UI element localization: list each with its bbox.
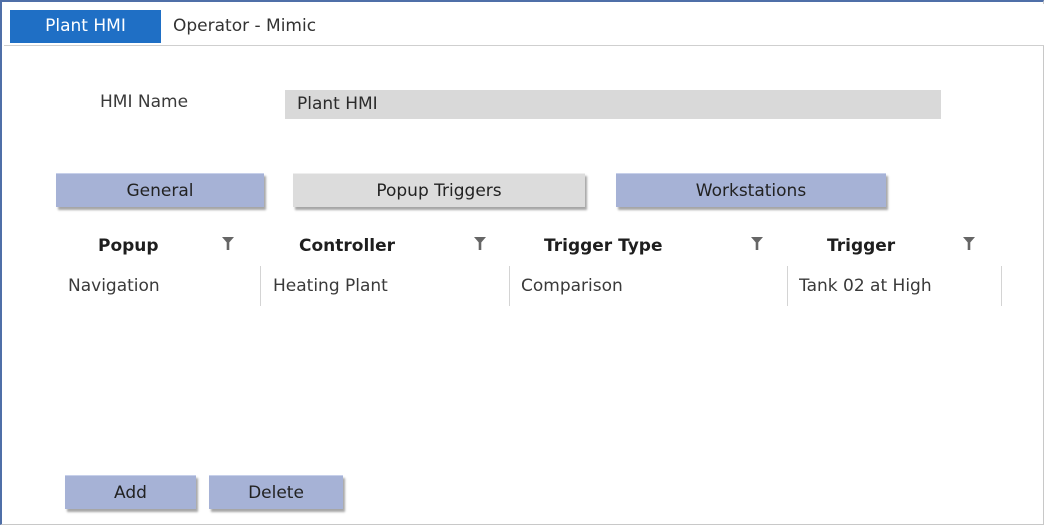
tab-plant-hmi[interactable]: Plant HMI <box>10 10 161 43</box>
cell-controller: Heating Plant <box>273 276 388 296</box>
column-divider <box>260 266 261 306</box>
column-divider <box>509 266 510 306</box>
column-header-controller[interactable]: Controller <box>299 232 395 260</box>
column-divider <box>787 266 788 306</box>
window-title: Operator - Mimic <box>173 16 317 36</box>
tab-general[interactable]: General <box>56 173 264 207</box>
column-header-popup[interactable]: Popup <box>98 232 159 260</box>
filter-icon[interactable] <box>222 237 234 251</box>
column-header-trigger-type[interactable]: Trigger Type <box>544 232 662 260</box>
filter-icon[interactable] <box>751 237 763 251</box>
cell-trigger-type: Comparison <box>521 276 623 296</box>
column-divider <box>1001 266 1002 306</box>
filter-icon[interactable] <box>963 237 975 251</box>
tab-workstations[interactable]: Workstations <box>616 173 886 207</box>
add-button[interactable]: Add <box>65 475 196 509</box>
cell-popup: Navigation <box>68 276 160 296</box>
hmi-name-field[interactable]: Plant HMI <box>285 90 941 119</box>
cell-trigger: Tank 02 at High <box>799 276 932 296</box>
hmi-name-label: HMI Name <box>100 92 189 112</box>
column-header-trigger[interactable]: Trigger <box>827 232 895 260</box>
tab-popup-triggers[interactable]: Popup Triggers <box>293 173 585 207</box>
hmi-window: Plant HMI Operator - Mimic HMI Name Plan… <box>0 0 1044 525</box>
window-header: Plant HMI Operator - Mimic <box>4 4 1044 46</box>
filter-icon[interactable] <box>474 237 486 251</box>
delete-button[interactable]: Delete <box>209 475 343 509</box>
